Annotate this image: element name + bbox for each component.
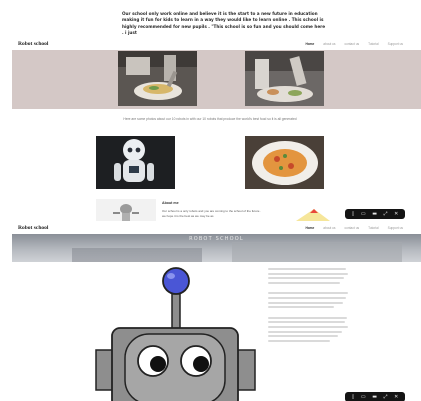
banner-title: ROBOT SCHOOL (189, 236, 244, 242)
nav-tutorial-2[interactable]: Tutorial (368, 226, 379, 230)
close-icon-2[interactable]: ✕ (394, 394, 398, 400)
expand-icon[interactable]: ⤢ (384, 211, 388, 217)
expand-icon-2[interactable]: ⤢ (384, 394, 388, 400)
gallery-caption: Here are some photos about our 10 robots… (123, 117, 297, 121)
nav-contact-us[interactable]: contact us (345, 42, 360, 46)
nav-home-2[interactable]: Home (305, 226, 314, 230)
site-header-2: Robot school Home about us contact us Tu… (0, 222, 421, 234)
nav-about-us-2[interactable]: about us (323, 226, 335, 230)
partial-photo (290, 207, 330, 221)
nav-home[interactable]: Home (305, 42, 314, 46)
phone-icon-2[interactable]: ▯ (352, 394, 355, 400)
small-robot-photo (96, 199, 156, 221)
about-heading: About me (162, 201, 179, 205)
phone-icon[interactable]: ▯ (352, 211, 355, 217)
tablet-icon[interactable]: ▭ (361, 211, 366, 217)
nav-tutorial[interactable]: Tutorial (368, 42, 379, 46)
cartoon-robot-illustration (95, 267, 256, 401)
site-logo-2[interactable]: Robot school (18, 225, 48, 231)
nav-support-us[interactable]: Support us (388, 42, 403, 46)
pasta-dish-photo (245, 136, 324, 189)
site-header: Robot school Home about us contact us Tu… (0, 38, 421, 50)
robot-cooking-photo-2 (245, 51, 324, 106)
site-logo[interactable]: Robot school (18, 41, 48, 47)
about-text: Our school is a only robots and you are … (162, 209, 262, 218)
robot-cooking-photo-1 (118, 51, 197, 106)
tablet-icon-2[interactable]: ▭ (361, 394, 366, 400)
pepper-robot-photo (96, 136, 175, 189)
nav-support-us-2[interactable]: Support us (388, 226, 403, 230)
desktop-icon-2[interactable]: ▬ (372, 394, 377, 400)
device-preview-toolbar-1: ▯ ▭ ▬ ⤢ ✕ (345, 209, 405, 219)
testimonial-quote: Our school only work online and believe … (122, 11, 326, 36)
main-menu: Home about us contact us Tutorial Suppor… (305, 42, 403, 46)
device-preview-toolbar-2: ▯ ▭ ▬ ⤢ ✕ (345, 392, 405, 401)
page-banner: ROBOT SCHOOL (12, 234, 421, 262)
close-icon[interactable]: ✕ (394, 211, 398, 217)
blurred-text-column (268, 268, 350, 344)
main-menu-2: Home about us contact us Tutorial Suppor… (305, 226, 403, 230)
desktop-icon[interactable]: ▬ (372, 211, 377, 217)
hero-section (12, 50, 421, 109)
nav-about-us[interactable]: about us (323, 42, 335, 46)
nav-contact-us-2[interactable]: contact us (345, 226, 360, 230)
